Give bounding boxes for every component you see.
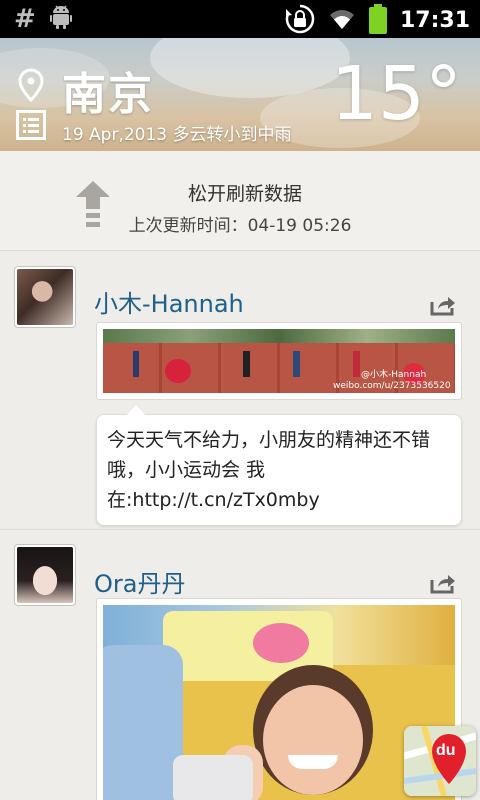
username[interactable]: Ora丹丹 bbox=[94, 564, 185, 599]
last-updated: 上次更新时间：04-19 05:26 bbox=[128, 216, 352, 236]
temperature: 15° bbox=[330, 51, 462, 137]
refresh-title: 松开刷新数据 bbox=[187, 183, 302, 205]
hash-icon: # bbox=[14, 4, 36, 34]
username[interactable]: 小木-Hannah bbox=[94, 284, 244, 319]
watermark-user: @小木-Hannah bbox=[361, 370, 427, 380]
wifi-icon bbox=[328, 7, 356, 35]
rotation-lock-icon bbox=[284, 3, 316, 39]
share-icon[interactable] bbox=[430, 294, 456, 320]
city-name[interactable]: 南京 bbox=[62, 58, 154, 122]
baidu-map-button[interactable]: du bbox=[404, 726, 476, 796]
fab-label: du bbox=[436, 742, 456, 759]
status-bar: # 17:31 bbox=[0, 0, 480, 38]
watermark: weibo.com/u/2373536520 bbox=[333, 381, 451, 391]
location-pin-icon[interactable] bbox=[18, 68, 44, 106]
pull-to-refresh: 松开刷新数据 上次更新时间：04-19 05:26 bbox=[0, 151, 480, 251]
avatar[interactable] bbox=[14, 544, 76, 606]
weather-date-condition: 19 Apr,2013 多云转小到中雨 bbox=[62, 125, 292, 145]
android-debug-icon bbox=[49, 5, 72, 33]
map-icon bbox=[404, 726, 476, 796]
battery-icon bbox=[368, 4, 388, 38]
post-image[interactable]: @小木-Hannah weibo.com/u/2373536520 bbox=[96, 322, 462, 400]
weather-header[interactable]: 南京 19 Apr,2013 多云转小到中雨 15° bbox=[0, 38, 480, 151]
clock: 17:31 bbox=[399, 8, 470, 33]
photo-collage: @小木-Hannah weibo.com/u/2373536520 bbox=[103, 329, 455, 393]
post-text-bubble[interactable]: 今天天气不给力，小朋友的精神还不错哦，小小运动会 我在:http://t.cn/… bbox=[96, 405, 462, 526]
list-icon[interactable] bbox=[16, 110, 46, 144]
share-icon[interactable] bbox=[430, 572, 456, 598]
bubble-tip bbox=[127, 405, 145, 415]
photo bbox=[103, 605, 455, 800]
post-text: 今天天气不给力，小朋友的精神还不错哦，小小运动会 我在:http://t.cn/… bbox=[107, 429, 431, 511]
feed-post: 小木-Hannah @小木-Hannah weibo.com/u/2373536… bbox=[0, 252, 480, 530]
avatar[interactable] bbox=[14, 266, 76, 328]
